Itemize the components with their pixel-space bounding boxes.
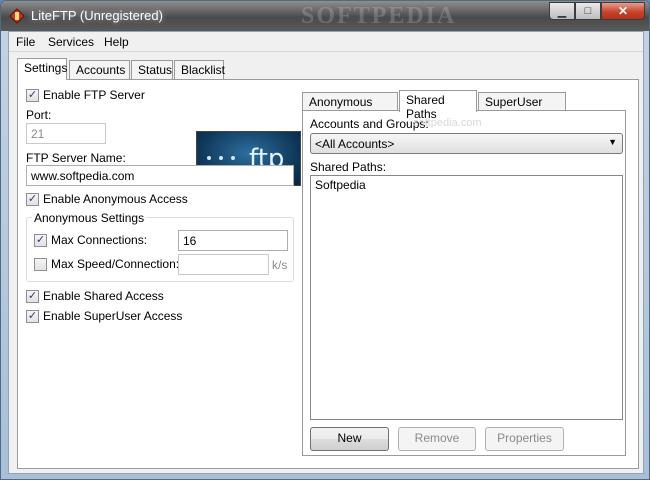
accounts-dropdown[interactable]: <All Accounts> ▼ — [310, 133, 623, 154]
server-name-label: FTP Server Name: — [26, 151, 126, 165]
tab-status[interactable]: Status — [131, 60, 173, 79]
max-connections-label: Max Connections: — [51, 233, 148, 247]
main-tab-strip: Settings Accounts Status Blacklist — [17, 58, 317, 80]
port-field[interactable]: 21 — [26, 123, 106, 144]
max-speed-field[interactable] — [178, 254, 269, 275]
enable-ftp-server-checkbox[interactable]: ✓ — [26, 89, 39, 102]
client-area: File Services Help Settings Accounts Sta… — [8, 31, 644, 474]
settings-panel: ✓ Enable FTP Server Port: 21 ftp FTP Ser… — [17, 79, 639, 469]
menu-file[interactable]: File — [16, 35, 35, 49]
max-speed-label: Max Speed/Connection: — [51, 257, 180, 271]
dropdown-arrow-icon: ▼ — [608, 137, 617, 147]
enable-ftp-server-label: Enable FTP Server — [43, 88, 145, 102]
tab-superuser-paths[interactable]: SuperUser Paths — [478, 92, 566, 123]
max-connections-checkbox[interactable]: ✓ — [34, 234, 47, 247]
window-title: LiteFTP (Unregistered) — [31, 8, 163, 23]
port-label: Port: — [26, 108, 52, 122]
tab-settings[interactable]: Settings — [17, 58, 67, 80]
enable-anonymous-checkbox[interactable]: ✓ — [26, 193, 39, 206]
max-speed-unit: k/s — [272, 258, 288, 272]
close-icon: ✕ — [617, 4, 629, 18]
enable-superuser-checkbox[interactable]: ✓ — [26, 310, 39, 323]
path-tab-strip: Anonymous Paths Shared Paths SuperUser P… — [302, 90, 602, 123]
new-button[interactable]: New — [310, 427, 389, 451]
properties-button[interactable]: Properties — [485, 427, 564, 451]
tab-shared-paths[interactable]: Shared Paths — [399, 90, 477, 121]
title-bar[interactable]: LiteFTP (Unregistered) SOFTPEDIA ▁ □ ✕ — [1, 1, 649, 31]
list-item[interactable]: Softpedia — [315, 178, 618, 192]
max-speed-checkbox[interactable] — [34, 258, 47, 271]
liteftp-app-icon — [9, 8, 25, 24]
anonymous-settings-title: Anonymous Settings — [32, 211, 147, 225]
enable-superuser-label: Enable SuperUser Access — [43, 309, 183, 323]
tab-accounts[interactable]: Accounts — [69, 60, 130, 79]
remove-button[interactable]: Remove — [398, 427, 476, 451]
app-window: LiteFTP (Unregistered) SOFTPEDIA ▁ □ ✕ F… — [0, 0, 650, 480]
max-connections-field[interactable]: 16 — [178, 230, 288, 251]
enable-shared-label: Enable Shared Access — [43, 289, 164, 303]
watermark-text: SOFTPEDIA — [301, 3, 457, 29]
minimize-button[interactable]: ▁ — [549, 2, 575, 20]
menu-services[interactable]: Services — [48, 35, 94, 49]
shared-paths-panel: Accounts and Groups: softpedia.com <All … — [302, 110, 626, 456]
shared-paths-label: Shared Paths: — [310, 160, 387, 174]
shared-paths-list[interactable]: Softpedia — [310, 175, 623, 420]
maximize-button[interactable]: □ — [575, 2, 601, 20]
minimize-icon: ▁ — [557, 5, 567, 18]
accounts-dropdown-value: <All Accounts> — [315, 137, 395, 151]
menu-bar: File Services Help — [9, 32, 643, 52]
server-name-field[interactable]: www.softpedia.com — [26, 165, 294, 186]
enable-shared-checkbox[interactable]: ✓ — [26, 290, 39, 303]
maximize-icon: □ — [584, 5, 592, 17]
close-button[interactable]: ✕ — [601, 2, 645, 20]
tab-anonymous-paths[interactable]: Anonymous Paths — [302, 92, 398, 123]
enable-anonymous-label: Enable Anonymous Access — [43, 192, 188, 206]
menu-help[interactable]: Help — [104, 35, 129, 49]
tab-blacklist[interactable]: Blacklist — [174, 60, 225, 79]
